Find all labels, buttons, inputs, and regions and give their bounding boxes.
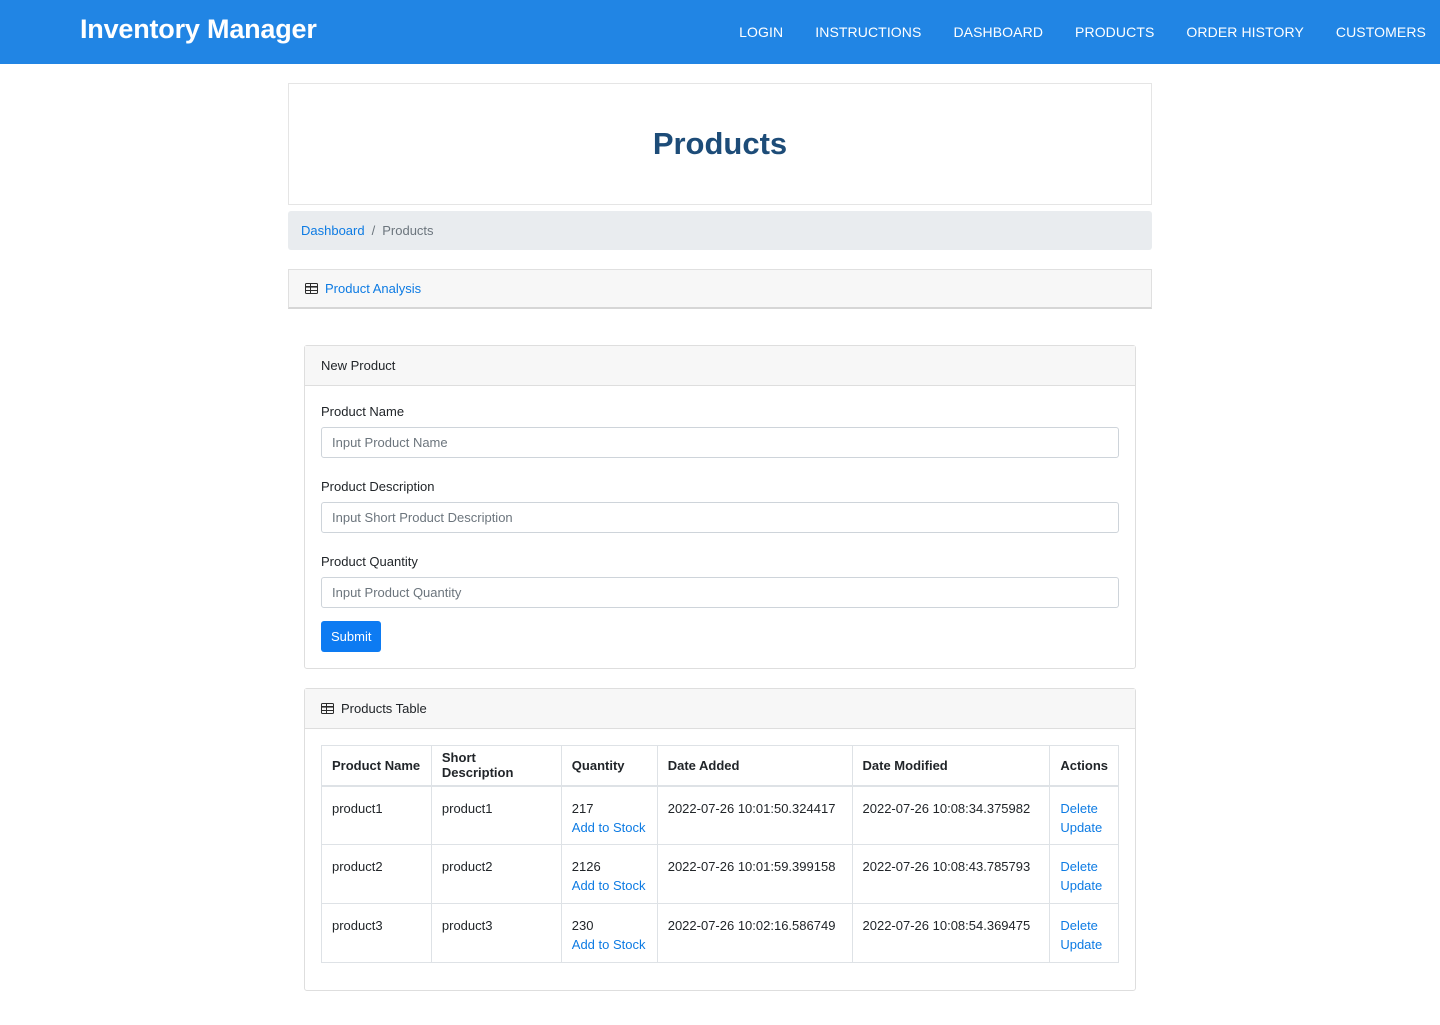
actions-cell: Delete Update (1049, 785, 1119, 845)
table-header-row: Product Name Short Description Quantity … (321, 745, 1119, 787)
product-description-input[interactable] (321, 502, 1119, 533)
date-added-cell: 2022-07-26 10:01:59.399158 (656, 844, 853, 904)
main-nav: LOGIN INSTRUCTIONS DASHBOARD PRODUCTS OR… (707, 0, 1426, 64)
breadcrumb-dashboard-link[interactable]: Dashboard (301, 223, 365, 238)
quantity-cell: 230 Add to Stock (560, 903, 658, 963)
add-to-stock-link[interactable]: Add to Stock (572, 876, 647, 895)
column-header: Date Added (656, 745, 853, 787)
date-added-cell: 2022-07-26 10:02:16.586749 (656, 903, 853, 963)
description-cell: product2 (430, 844, 562, 904)
new-product-header: New Product (305, 346, 1135, 386)
description-cell: product3 (430, 903, 562, 963)
product-analysis-link[interactable]: Product Analysis (305, 281, 421, 296)
actions-cell: Delete Update (1049, 903, 1119, 963)
product-description-label: Product Description (321, 479, 435, 494)
page-title: Products (652, 126, 788, 161)
products-table-title: Products Table (341, 701, 427, 716)
add-to-stock-link[interactable]: Add to Stock (572, 818, 647, 837)
table-row: product3 product3 230 Add to Stock 2022-… (321, 903, 1119, 963)
quantity-value: 230 (571, 918, 594, 933)
breadcrumb-separator: / (371, 223, 376, 238)
quantity-cell: 2126 Add to Stock (560, 844, 658, 904)
quantity-cell: 217 Add to Stock (560, 785, 658, 845)
date-added-cell: 2022-07-26 10:01:50.324417 (656, 785, 853, 845)
submit-button[interactable]: Submit (321, 621, 382, 652)
products-table-header: Products Table (305, 689, 1135, 729)
delete-link[interactable]: Delete (1060, 916, 1108, 935)
product-analysis-label: Product Analysis (325, 281, 422, 296)
date-modified-cell: 2022-07-26 10:08:43.785793 (851, 844, 1051, 904)
brand-link[interactable]: Inventory Manager (80, 14, 317, 45)
delete-link[interactable]: Delete (1060, 857, 1108, 876)
column-header: Product Name (321, 745, 432, 787)
product-name-label: Product Name (321, 404, 405, 419)
new-product-card: New Product Product Name Product Descrip… (304, 345, 1136, 669)
product-name-cell: product1 (321, 785, 432, 845)
date-modified-cell: 2022-07-26 10:08:54.369475 (851, 903, 1051, 963)
column-header: Actions (1049, 745, 1119, 787)
table-row: product1 product1 217 Add to Stock 2022-… (321, 785, 1119, 845)
update-link[interactable]: Update (1060, 876, 1108, 895)
nav-instructions[interactable]: INSTRUCTIONS (815, 24, 921, 40)
quantity-value: 217 (571, 800, 594, 816)
update-link[interactable]: Update (1060, 818, 1108, 837)
actions-cell: Delete Update (1049, 844, 1119, 904)
nav-customers[interactable]: CUSTOMERS (1336, 24, 1426, 40)
product-name-cell: product3 (321, 903, 432, 963)
delete-link[interactable]: Delete (1060, 799, 1108, 818)
column-header: Short Description (430, 745, 562, 787)
product-analysis-bar: Product Analysis (288, 269, 1152, 309)
product-name-input[interactable] (321, 427, 1119, 458)
table-row: product2 product2 2126 Add to Stock 2022… (321, 844, 1119, 904)
breadcrumb: Dashboard / Products (288, 211, 1152, 250)
column-header: Quantity (560, 745, 658, 787)
nav-order-history[interactable]: ORDER HISTORY (1186, 24, 1303, 40)
product-name-cell: product2 (321, 844, 432, 904)
column-header: Date Modified (851, 745, 1051, 787)
nav-dashboard[interactable]: DASHBOARD (953, 24, 1043, 40)
date-modified-cell: 2022-07-26 10:08:34.375982 (851, 785, 1051, 845)
update-link[interactable]: Update (1060, 935, 1108, 954)
description-cell: product1 (430, 785, 562, 845)
table-icon (321, 703, 334, 714)
nav-login[interactable]: LOGIN (739, 24, 783, 40)
product-quantity-label: Product Quantity (321, 554, 418, 569)
table-icon (305, 283, 318, 294)
products-table-card: Products Table Product Name Short Descri… (304, 688, 1136, 991)
breadcrumb-current: Products (382, 223, 434, 238)
nav-products[interactable]: PRODUCTS (1075, 24, 1154, 40)
product-quantity-input[interactable] (321, 577, 1119, 608)
add-to-stock-link[interactable]: Add to Stock (572, 935, 647, 954)
page-title-card: Products (288, 83, 1152, 205)
quantity-value: 2126 (571, 859, 601, 874)
new-product-form: Product Name Product Description Product… (305, 386, 1135, 652)
products-table: Product Name Short Description Quantity … (321, 745, 1119, 963)
top-navbar: Inventory Manager LOGIN INSTRUCTIONS DAS… (0, 0, 1440, 64)
